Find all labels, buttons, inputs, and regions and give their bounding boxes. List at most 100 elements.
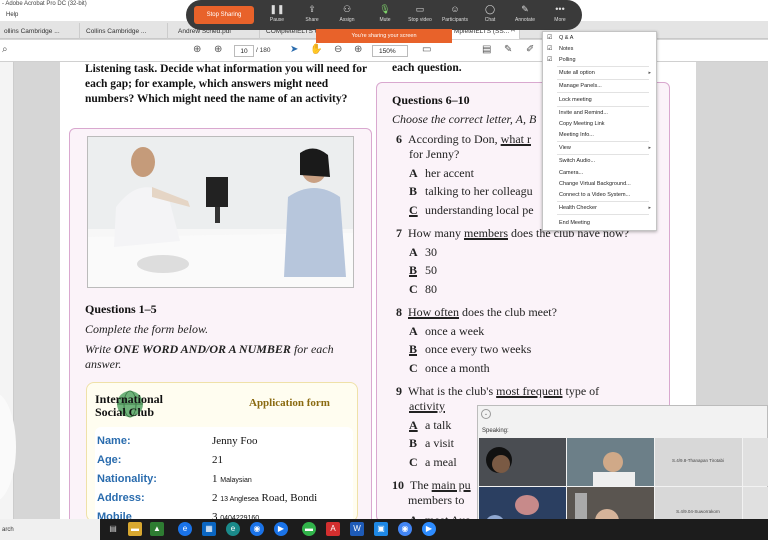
questions-6-10-instruction: Choose the correct letter, A, B [392,112,537,126]
interview-photo [87,136,354,288]
intro-text-right: each question. [392,62,462,74]
form-value: 2 13 Anglesea Road, Bondi [212,492,318,504]
task-view-icon[interactable]: ▤ [106,522,120,536]
form-title: Application form [249,397,330,409]
menu-help[interactable]: Help [6,12,18,18]
annotate-icon: ✎ [521,4,529,14]
video-icon: ▭ [415,4,425,14]
checkbox-icon: ☑ [547,57,553,63]
menu-item-manage-panels[interactable]: Manage Panels... [559,83,602,89]
submenu-arrow-icon: ▸ [648,70,651,76]
taskbar-search-input[interactable]: arch [0,519,100,540]
left-pane [0,62,16,522]
share-icon: ⇪ [308,4,316,14]
handwritten-answer: Malaysian [220,477,252,484]
menu-item-video-system[interactable]: Connect to a Video System... [559,192,630,198]
submenu-arrow-icon: ▸ [648,205,651,211]
stop-video-button[interactable]: ▭ Stop video [405,4,435,28]
browser-icon[interactable]: e [226,522,240,536]
menu-item-switch-audio[interactable]: Switch Audio... [559,158,595,164]
menu-item-qa[interactable]: Q & A [559,35,573,41]
menu-item-notes[interactable]: Notes [559,46,573,52]
screen: - Adobe Acrobat Pro DC (32-bit) Help oll… [0,0,768,540]
form-value: Jenny Foo [212,435,258,447]
zoom-app-icon[interactable]: ▶ [422,522,436,536]
zoom-control-bar: Stop Sharing ❚❚ Pause ⇪ Share ⚇ Assign 🎙 Mut… [186,0,582,30]
chrome-icon[interactable]: ◉ [398,522,412,536]
more-icon: ••• [555,4,565,14]
search-icon[interactable]: ⌕ [2,44,8,55]
tab-doc-2[interactable]: Collins Cambridge ... [82,23,168,39]
line-app-icon[interactable]: ▬ [302,522,316,536]
next-page-icon[interactable]: ⊕ [214,44,222,55]
stop-sharing-button[interactable]: Stop Sharing [194,6,254,24]
form-label: Nationality: [97,473,157,485]
club-name: International Social Club [95,392,164,419]
select-cursor-icon[interactable]: ➤ [290,44,298,55]
chat-icon: ◯ [484,4,496,14]
participants-button[interactable]: ☺ Participants [440,4,470,28]
zoom-in-icon[interactable]: ⊕ [354,44,362,55]
more-button[interactable]: ••• More [545,4,575,28]
submenu-arrow-icon: ▸ [648,145,651,151]
question-8: 8 How often does the club meet? [396,305,557,319]
speaking-label: Speaking: [482,428,509,434]
participants-icon: ☺ [450,4,460,14]
questions-1-5-write-instruction: Write ONE WORD AND/OR A NUMBER for each … [85,342,334,371]
comment-icon[interactable]: ▤ [482,44,491,55]
menu-item-mute-all-option[interactable]: Mute all option [559,70,595,76]
pause-button[interactable]: ❚❚ Pause [262,4,292,28]
questions-1-5-heading: Questions 1–5 [85,302,157,316]
handwritten-answer: 13 Anglesea [220,496,259,503]
tab-doc-1[interactable]: ollins Cambridge ... [0,23,80,39]
video-tile[interactable]: S.4/9.8-Thanapan Tirotabi [655,438,742,486]
assign-icon: ⚇ [342,4,352,14]
microphone-icon: 🎙 [379,4,391,14]
pen-icon[interactable]: ✎ [504,44,512,55]
edge-icon[interactable]: e [178,522,192,536]
zoom-level-select[interactable]: 150% [372,45,408,57]
fit-page-icon[interactable]: ▭ [422,44,431,55]
form-label: Address: [97,492,145,504]
form-value: 1 Malaysian [212,473,252,485]
chrome-icon[interactable]: ◉ [250,522,264,536]
collapse-panel-icon[interactable]: ⌄ [481,409,491,419]
menu-item-copy-link[interactable]: Copy Meeting Link [559,121,605,127]
highlight-icon[interactable]: ✐ [526,44,534,55]
chat-button[interactable]: ◯ Chat [475,4,505,28]
zoom-out-icon[interactable]: ⊖ [334,44,342,55]
pause-icon: ❚❚ [269,4,285,14]
menu-item-view[interactable]: View [559,145,571,151]
checkbox-icon: ☑ [547,35,553,41]
menu-item-virtual-background[interactable]: Change Virtual Background... [559,181,631,187]
previous-page-icon[interactable]: ⊕ [193,44,201,55]
annotate-button[interactable]: ✎ Annotate [510,4,540,28]
mute-button[interactable]: 🎙 Mute [370,4,400,28]
video-tile[interactable] [743,438,768,486]
menu-item-camera[interactable]: Camera... [559,170,583,176]
participant-name: S.4/9.8-Thanapan Tirotabi [671,458,725,463]
share-button[interactable]: ⇪ Share [297,4,327,28]
more-menu: ☑ Q & A ☑ Notes ☑ Polling Mute all option ▸ … [542,31,657,231]
page-number-input[interactable]: 10 [234,45,254,57]
menu-item-polling[interactable]: Polling [559,57,576,63]
file-explorer-icon[interactable]: ▬ [128,522,142,536]
word-icon[interactable]: W [350,522,364,536]
video-tile[interactable] [479,438,566,486]
taskbar: ▤ ▬ ▲ e ▦ e ◉ ▶ ▬ A W ▣ ◉ ▶ [0,519,768,540]
assign-button[interactable]: ⚇ Assign [332,4,362,28]
menu-item-invite[interactable]: Invite and Remind... [559,110,608,116]
pane-handle[interactable] [0,392,16,502]
menu-item-meeting-info[interactable]: Meeting Info... [559,132,594,138]
menu-item-end-meeting[interactable]: End Meeting [559,220,590,226]
video-tile[interactable] [567,438,654,486]
acrobat-icon[interactable]: A [326,522,340,536]
menu-item-lock-meeting[interactable]: Lock meeting [559,97,592,103]
menu-item-health-checker[interactable]: Health Checker [559,205,597,211]
app-icon[interactable]: ▲ [150,522,164,536]
store-icon[interactable]: ▦ [202,522,216,536]
hand-tool-icon[interactable]: ✋ [310,44,322,55]
app-icon[interactable]: ▣ [374,522,388,536]
zoom-app-icon[interactable]: ▶ [274,522,288,536]
form-label: Age: [97,454,122,466]
